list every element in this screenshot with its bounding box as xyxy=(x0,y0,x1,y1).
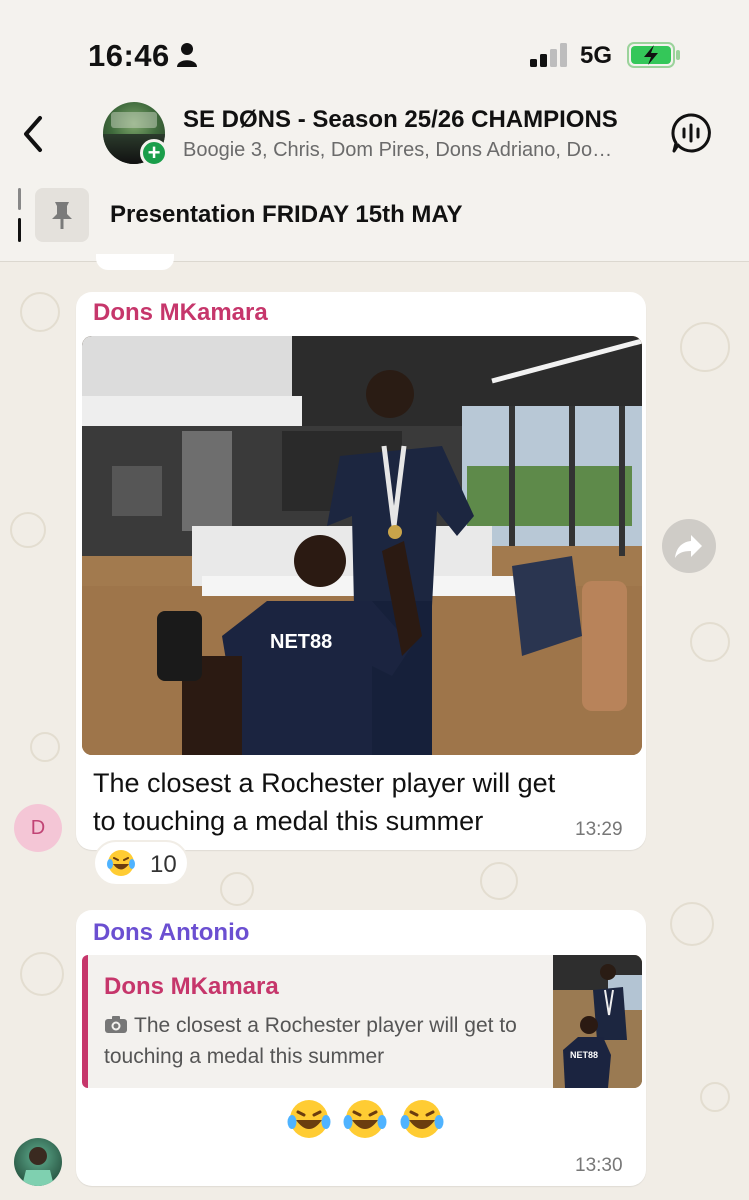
network-label: 5G xyxy=(580,42,613,69)
forward-icon xyxy=(675,535,702,558)
quoted-photo-thumbnail: NET88 xyxy=(553,955,642,1088)
forward-button[interactable] xyxy=(662,519,716,573)
message-sender[interactable]: Dons MKamara xyxy=(93,299,268,327)
quoted-text: The closest a Rochester player will get … xyxy=(104,1010,544,1072)
group-members[interactable]: Boogie 3, Chris, Dom Pires, Dons Adriano… xyxy=(183,139,623,162)
top-bar: 16:46 5G + SE DØNS - Season 25/26 CHAMPI… xyxy=(0,0,749,262)
tears-of-joy-icon xyxy=(107,850,135,876)
message-emojis xyxy=(286,1096,451,1144)
tears-of-joy-icon xyxy=(343,1100,387,1138)
tears-of-joy-icon xyxy=(400,1100,444,1138)
reaction-count: 10 xyxy=(150,851,177,878)
quoted-caption: The closest a Rochester player will get … xyxy=(104,1014,517,1068)
signal-icon xyxy=(530,43,567,67)
message-sender[interactable]: Dons Antonio xyxy=(93,919,249,947)
quoted-sender: Dons MKamara xyxy=(104,973,279,1000)
sender-avatar-photo[interactable] xyxy=(14,1138,62,1186)
previous-message-edge xyxy=(96,254,174,270)
status-time: 16:46 xyxy=(88,38,170,73)
person-icon xyxy=(177,43,197,67)
battery-charging-icon xyxy=(627,42,680,68)
message-caption: The closest a Rochester player will get … xyxy=(93,768,556,836)
add-badge-icon[interactable]: + xyxy=(140,139,168,167)
voice-chat-icon[interactable] xyxy=(670,112,712,154)
camera-icon xyxy=(105,1016,127,1033)
pin-indicator xyxy=(18,188,21,210)
svg-text:NET88: NET88 xyxy=(570,1050,598,1060)
pin-indicator-active xyxy=(18,218,21,242)
message-time: 13:29 xyxy=(575,819,623,840)
message-time: 13:30 xyxy=(575,1155,623,1176)
pin-icon[interactable] xyxy=(35,188,89,242)
tears-of-joy-icon xyxy=(287,1100,331,1138)
svg-text:NET88: NET88 xyxy=(270,631,332,653)
message-photo[interactable]: NET88 xyxy=(82,336,642,755)
group-title[interactable]: SE DØNS - Season 25/26 CHAMPIONS xyxy=(183,106,623,134)
quote-accent-bar xyxy=(82,955,88,1088)
pinned-message[interactable]: Presentation FRIDAY 15th MAY xyxy=(110,201,463,229)
sender-avatar[interactable]: D xyxy=(14,804,62,852)
back-icon[interactable] xyxy=(18,112,48,156)
